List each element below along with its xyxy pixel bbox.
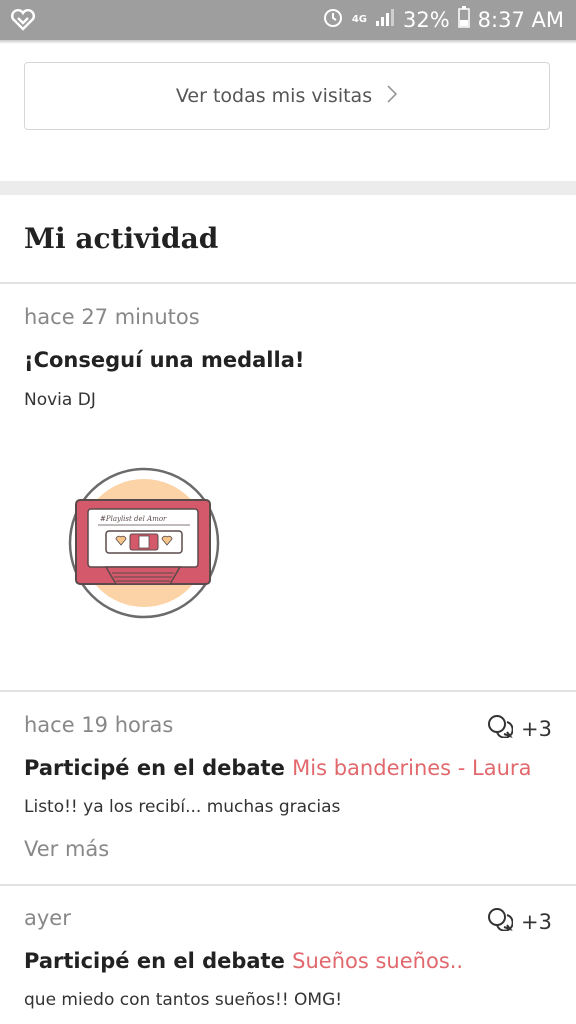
section-separator xyxy=(0,181,576,195)
debate-link[interactable]: Sueños sueños.. xyxy=(292,949,463,973)
activity-time: ayer xyxy=(24,906,71,930)
activity-time: hace 19 horas xyxy=(24,713,174,737)
divider xyxy=(0,690,576,692)
comments-count-value: +3 xyxy=(521,716,552,741)
status-bar-shadow xyxy=(0,40,576,44)
app-notification-icon xyxy=(10,8,36,36)
divider xyxy=(0,884,576,886)
alarm-icon xyxy=(322,6,344,33)
activity-body: Listo!! ya los recibí... muchas gracias xyxy=(24,797,341,817)
see-all-visits-button[interactable]: Ver todas mis visitas xyxy=(24,62,550,130)
activity-headline: Participé en el debate Sueños sueños.. xyxy=(24,949,463,973)
activity-headline: ¡Conseguí una medalla! xyxy=(24,348,305,372)
status-bar: 4G 32% 8:37 AM xyxy=(0,0,576,40)
battery-icon xyxy=(457,6,470,33)
comments-icon xyxy=(487,907,514,936)
activity-action: Participé en el debate xyxy=(24,756,285,780)
activity-action: Participé en el debate xyxy=(24,949,285,973)
activity-time: hace 27 minutos xyxy=(24,305,200,329)
see-all-visits-label: Ver todas mis visitas xyxy=(175,85,373,107)
medal-name: Novia DJ xyxy=(24,390,96,410)
comments-icon xyxy=(487,714,514,743)
divider xyxy=(0,282,576,284)
comments-count[interactable]: +3 xyxy=(487,714,552,743)
comments-count[interactable]: +3 xyxy=(487,907,552,936)
see-more-link[interactable]: Ver más xyxy=(24,837,109,861)
chevron-right-icon xyxy=(386,84,398,109)
clock: 8:37 AM xyxy=(477,7,564,32)
section-title: Mi actividad xyxy=(24,222,219,255)
cassette-banner-text: #Playlist del Amor xyxy=(100,515,167,523)
activity-body: que miedo con tantos sueños!! OMG! xyxy=(24,990,343,1010)
debate-link[interactable]: Mis banderines - Laura xyxy=(292,756,531,780)
medal-image[interactable]: #Playlist del Amor xyxy=(24,425,264,665)
comments-count-value: +3 xyxy=(521,909,552,934)
signal-icon xyxy=(375,7,395,32)
battery-percent: 32% xyxy=(402,7,450,32)
activity-headline: Participé en el debate Mis banderines - … xyxy=(24,756,531,780)
network-type: 4G xyxy=(351,14,367,25)
